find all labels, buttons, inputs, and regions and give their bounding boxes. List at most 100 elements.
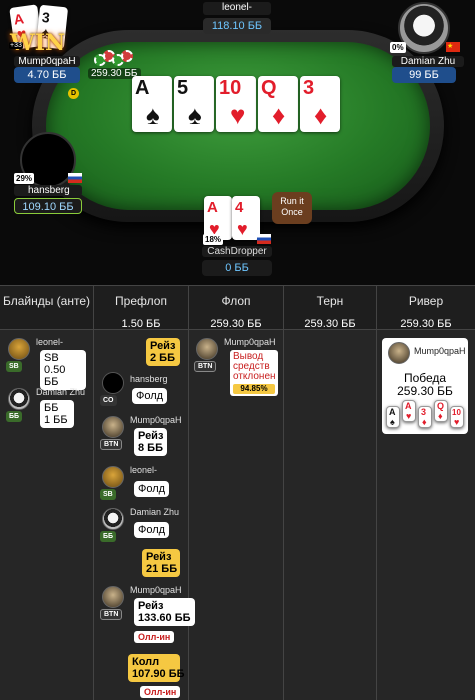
river-card: A ♠ — [386, 406, 400, 428]
history-player-name: leonel- — [36, 337, 64, 347]
history-player-name: Damian Zhu — [36, 387, 86, 397]
action-label: Рейз — [138, 430, 164, 442]
action-amount: 0.50 ББ — [44, 364, 66, 388]
run-it-once-button[interactable]: Run it Once — [272, 192, 312, 224]
player-name-bottom: CashDropper — [202, 246, 272, 257]
column-header-turn: Терн 259.30 ББ — [284, 286, 377, 330]
river-card: Q ♦ — [434, 400, 448, 422]
action-bubble: Фолд — [134, 481, 170, 497]
column-amount: 259.30 ББ — [400, 318, 452, 330]
russia-flag-icon — [68, 173, 82, 183]
allin-tag: Олл-ин — [134, 631, 175, 643]
avatar — [102, 586, 124, 608]
avatar — [8, 388, 30, 410]
column-amount: 259.30 ББ — [304, 318, 356, 330]
raise-bubble: Рейз 21 ББ — [142, 549, 180, 577]
column-title: Префлоп — [115, 294, 167, 308]
equity-pct-top-right: 0% — [390, 42, 406, 53]
poker-table-area: A ♥ 3 ♠ WIN +33 Mump0qpaH 4.70 ББ D 259.… — [0, 0, 475, 285]
history-player-name: hansberg — [130, 374, 168, 384]
stack-top-center: 118.10 ББ — [203, 18, 271, 34]
avatar — [102, 466, 124, 488]
action-bubble: Рейз 8 ББ — [134, 428, 168, 456]
call-bubble: Колл 107.90 ББ — [128, 654, 185, 682]
board-card-1: A ♠ — [132, 76, 172, 132]
player-name-top-right: Damian Zhu — [392, 56, 464, 67]
avatar — [8, 338, 30, 360]
history-player-name: Mump0qpaH — [130, 415, 182, 425]
position-badge: SB — [6, 361, 22, 372]
column-title: Терн — [316, 294, 344, 308]
board-card-4: Q ♦ — [258, 76, 298, 132]
withdrawal-declined-notice: Вывод средств отклонен 94.85% — [230, 350, 278, 396]
action-label: SB — [44, 352, 59, 364]
stack-top-right: 99 ББ — [392, 67, 456, 83]
history-player-name: leonel- — [130, 465, 158, 475]
avatar — [388, 342, 410, 364]
action-bubble: ББ 1 ББ — [40, 400, 74, 428]
win-badge: +33 — [9, 42, 23, 49]
river-card: 3 ♦ — [418, 406, 432, 428]
dealer-button: D — [68, 88, 79, 99]
position-badge: SB — [100, 489, 116, 500]
result-amount: 259.30 ББ — [397, 384, 453, 398]
column-header-flop: Флоп 259.30 ББ — [189, 286, 284, 330]
equity-pct-left: 29% — [14, 173, 35, 184]
action-bubble: Фолд — [134, 522, 170, 538]
column-title: Флоп — [221, 294, 251, 308]
board-card-2: 5 ♠ — [174, 76, 214, 132]
hand-history-panel: Блайнды (анте) Префлоп 1.50 ББ Флоп 259.… — [0, 285, 475, 700]
position-badge: BTN — [100, 609, 123, 620]
position-badge: CO — [100, 395, 117, 406]
chip-icon — [121, 50, 133, 62]
board-card-5: 3 ♦ — [300, 76, 340, 132]
russia-flag-icon — [257, 234, 271, 244]
action-amount: 8 ББ — [138, 442, 163, 454]
column-header-preflop: Префлоп 1.50 ББ — [94, 286, 189, 330]
poker-app: A ♥ 3 ♠ WIN +33 Mump0qpaH 4.70 ББ D 259.… — [0, 0, 475, 700]
column-amount: 1.50 ББ — [121, 318, 161, 330]
stack-bottom: 0 ББ — [202, 260, 272, 276]
avatar — [102, 508, 124, 530]
column-header-blinds: Блайнды (анте) — [0, 286, 94, 330]
equity-pct-bottom: 18% — [203, 234, 224, 245]
equity-value: 94.85% — [233, 384, 275, 394]
action-label: Рейз — [138, 600, 164, 612]
action-bubble: Рейз 133.60 ББ — [134, 598, 195, 626]
player-name-top-left: Mump0qpaH — [14, 56, 80, 67]
action-bubble: SB 0.50 ББ — [40, 350, 86, 390]
column-title: Блайнды (анте) — [2, 294, 91, 308]
position-badge: ББ — [6, 411, 23, 422]
player-name-top-center: leonel- — [203, 2, 271, 15]
allin-tag: Олл-ин — [140, 686, 181, 698]
river-card: 10 ♥ — [450, 406, 464, 428]
history-player-name: Mump0qpaH — [414, 346, 466, 356]
history-player-name: Mump0qpaH — [130, 585, 182, 595]
panda-avatar-icon — [398, 2, 450, 54]
position-badge: BTN — [100, 439, 123, 450]
action-amount: 133.60 ББ — [138, 612, 191, 624]
column-title: Ривер — [408, 294, 444, 308]
action-amount: 1 ББ — [44, 414, 68, 426]
board-card-3: 10 ♥ — [216, 76, 256, 132]
river-card: A ♥ — [402, 400, 416, 422]
avatar — [102, 372, 124, 394]
stack-left: 109.10 ББ — [14, 198, 82, 214]
china-flag-icon: ★ — [446, 42, 460, 52]
position-badge: BTN — [194, 361, 217, 372]
history-player-name: Mump0qpaH — [224, 337, 276, 347]
warning-text: Вывод средств отклонен — [233, 351, 276, 382]
avatar — [102, 416, 124, 438]
action-label: ББ — [44, 402, 59, 414]
hero-card-2: 4 ♥ — [232, 196, 260, 240]
position-badge: ББ — [100, 531, 117, 542]
raise-bubble: Рейз 2 ББ — [146, 338, 180, 366]
column-body-turn — [284, 330, 377, 700]
player-name-left: hansberg — [14, 185, 82, 196]
action-bubble: Фолд — [132, 388, 168, 404]
column-header-river: Ривер 259.30 ББ — [377, 286, 475, 330]
pot-chips — [94, 48, 138, 68]
column-amount: 259.30 ББ — [210, 318, 262, 330]
history-player-name: Damian Zhu — [130, 507, 180, 517]
stack-top-left: 4.70 ББ — [14, 67, 80, 83]
